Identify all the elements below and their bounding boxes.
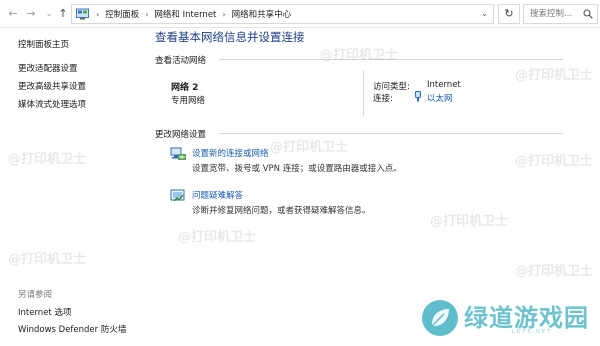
sidebar-item-change-adapter-settings[interactable]: 更改适配器设置 [18, 62, 78, 74]
new-connection-icon [170, 147, 186, 160]
search-icon [583, 9, 593, 19]
see-also-windows-defender-firewall[interactable]: Windows Defender 防火墙 [18, 323, 126, 335]
sidebar-item-control-panel-home[interactable]: 控制面板主页 [18, 38, 69, 50]
access-type-value: Internet [427, 80, 461, 90]
see-also-heading: 另请参阅 [18, 290, 53, 300]
leaf-icon [432, 309, 449, 326]
setup-new-connection-desc: 设置宽带、拨号或 VPN 连接；或设置路由器或接入点。 [192, 164, 402, 174]
setup-new-connection-link[interactable]: 设置新的连接或网络 [192, 147, 269, 159]
breadcrumb-network-internet[interactable]: 网络和 Internet [154, 8, 216, 20]
breadcrumb-network-sharing-center[interactable]: 网络和共享中心 [232, 8, 292, 20]
address-field[interactable]: › 控制面板 › 网络和 Internet › 网络和共享中心 ⌄ [71, 4, 494, 24]
divider [219, 133, 563, 134]
divider [219, 59, 563, 60]
breadcrumb-separator[interactable]: › [145, 10, 148, 19]
page-title: 查看基本网络信息并设置连接 [155, 30, 305, 44]
up-button[interactable]: ↑ [56, 5, 70, 23]
active-networks-heading: 查看活动网络 [155, 56, 207, 66]
recent-locations-dropdown[interactable]: ⌄ [42, 5, 56, 23]
ethernet-connection-link[interactable]: 以太网 [427, 92, 453, 104]
see-also-internet-options[interactable]: Internet 选项 [18, 306, 71, 318]
troubleshoot-desc: 诊断并修复网络问题，或者获得疑难解答信息。 [192, 206, 371, 216]
network-type: 专用网络 [171, 96, 206, 106]
breadcrumb-control-panel[interactable]: 控制面板 [105, 8, 139, 20]
access-type-label: 访问类型: [373, 82, 410, 92]
sidebar-item-media-streaming[interactable]: 媒体流式处理选项 [18, 98, 86, 110]
brand-logo: 绿道游戏园 LDYS.NET [422, 298, 592, 340]
ethernet-icon [415, 91, 421, 102]
address-bar: ← → ⌄ ↑ › 控制面板 › 网络和 Internet › 网络和共享中心 … [0, 0, 600, 28]
control-panel-icon [76, 8, 89, 20]
troubleshoot-icon [170, 189, 185, 202]
search-placeholder: 搜索控制... [530, 9, 573, 19]
breadcrumb: › 控制面板 › 网络和 Internet › 网络和共享中心 [96, 5, 291, 23]
back-button[interactable]: ← [6, 5, 20, 23]
search-input[interactable]: 搜索控制... [523, 4, 598, 24]
breadcrumb-separator[interactable]: › [222, 10, 225, 19]
address-history-dropdown[interactable]: ⌄ [481, 5, 488, 23]
breadcrumb-separator[interactable]: › [96, 10, 99, 19]
change-settings-heading: 更改网络设置 [155, 130, 207, 140]
brand-subtitle: LDYS.NET [512, 329, 553, 335]
brand-logo-mark [422, 300, 458, 336]
brand-name: 绿道游戏园 [464, 304, 589, 332]
refresh-button[interactable]: ↻ [498, 4, 520, 24]
network-name: 网络 2 [171, 83, 199, 93]
sidebar-item-change-advanced-sharing[interactable]: 更改高级共享设置 [18, 80, 86, 92]
forward-button[interactable]: → [24, 5, 38, 23]
divider [363, 70, 364, 116]
troubleshoot-link[interactable]: 问题疑难解答 [192, 189, 243, 201]
left-nav: 控制面板主页 更改适配器设置 更改高级共享设置 媒体流式处理选项 另请参阅 In… [0, 28, 145, 346]
connections-label: 连接: [373, 94, 393, 104]
